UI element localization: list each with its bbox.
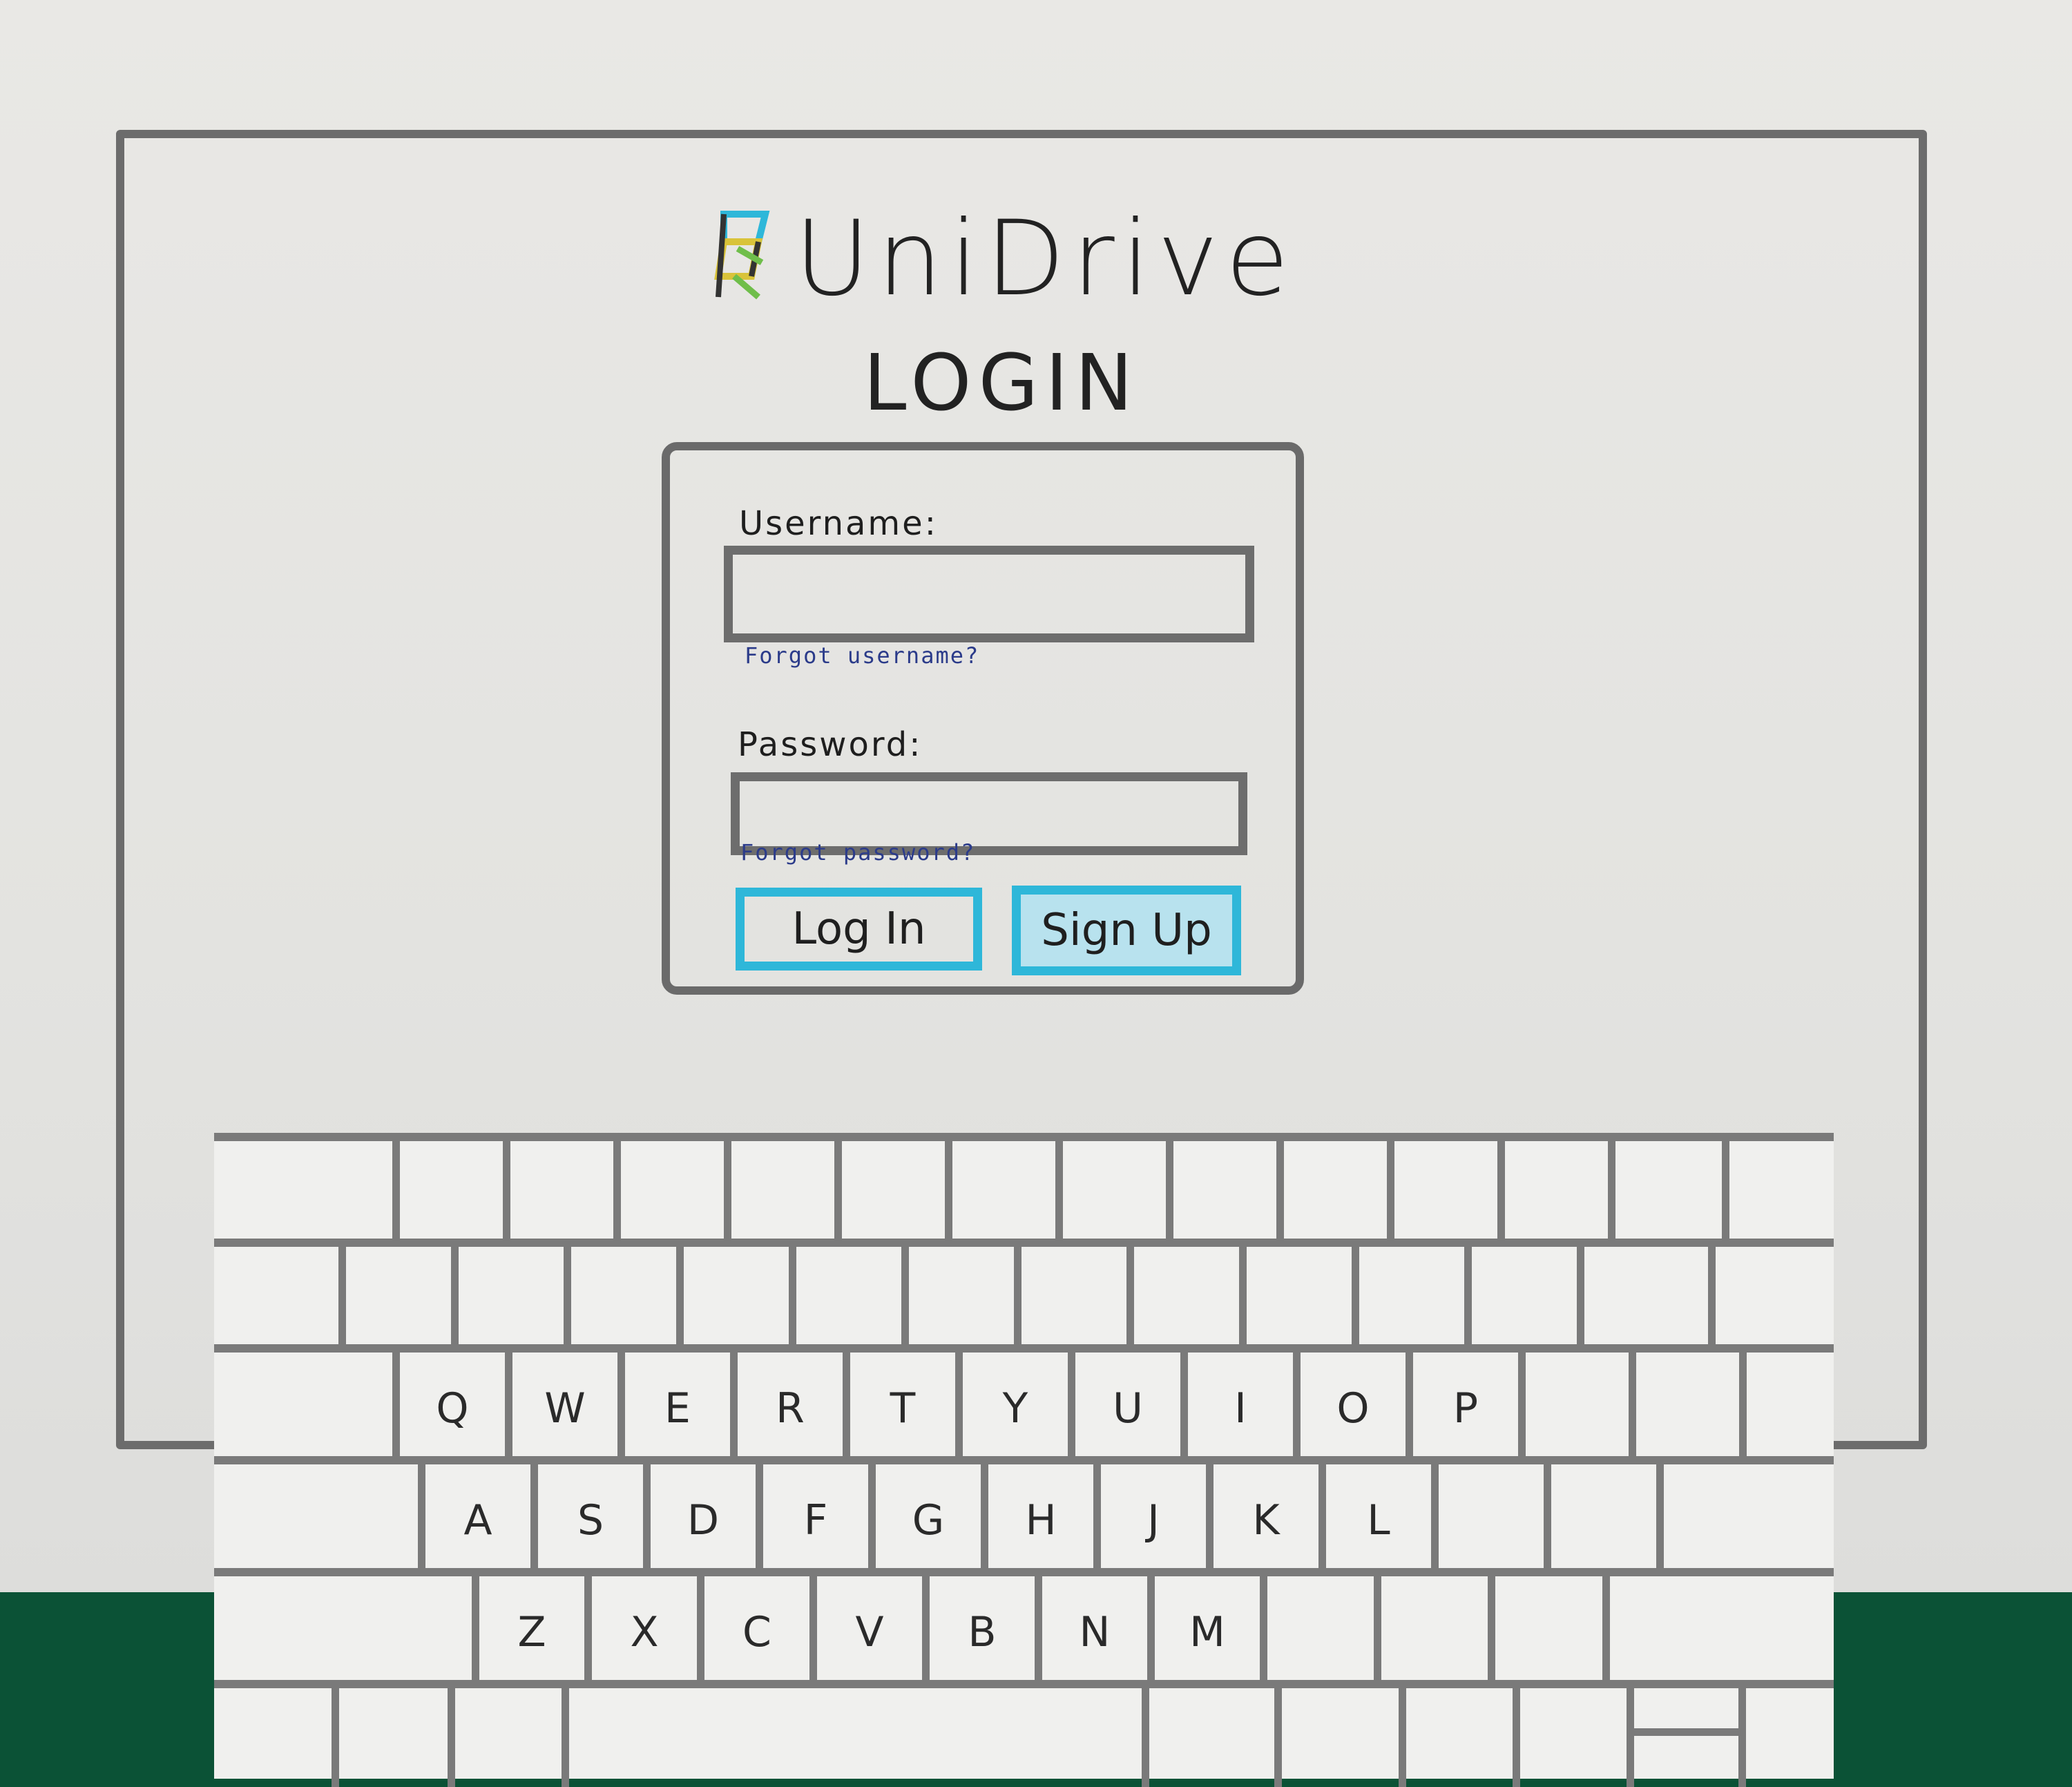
key[interactable] — [1399, 1688, 1513, 1787]
key[interactable] — [338, 1247, 451, 1353]
key[interactable] — [1656, 1464, 1834, 1576]
key[interactable] — [392, 1141, 503, 1247]
key-c[interactable]: C — [697, 1576, 809, 1688]
username-label: Username: — [739, 504, 938, 543]
sign-up-button[interactable]: Sign Up — [1012, 886, 1241, 975]
key[interactable] — [214, 1576, 472, 1688]
forgot-password-link[interactable]: Forgot password? — [740, 839, 975, 866]
key[interactable] — [1488, 1576, 1602, 1688]
key-w[interactable]: W — [505, 1353, 617, 1464]
key-x[interactable]: X — [584, 1576, 697, 1688]
key[interactable] — [724, 1141, 834, 1247]
key[interactable] — [1513, 1688, 1627, 1787]
key-r[interactable]: R — [730, 1353, 843, 1464]
arrow-key-area[interactable] — [1627, 1688, 1746, 1787]
key[interactable] — [1629, 1353, 1739, 1464]
key-m[interactable]: M — [1147, 1576, 1260, 1688]
key[interactable] — [214, 1464, 418, 1576]
key[interactable] — [214, 1353, 392, 1464]
app-name: UniDrive — [794, 199, 1296, 319]
key-v[interactable]: V — [809, 1576, 922, 1688]
key-k[interactable]: K — [1206, 1464, 1318, 1576]
key-g[interactable]: G — [868, 1464, 981, 1576]
key[interactable] — [1608, 1141, 1722, 1247]
key-n[interactable]: N — [1035, 1576, 1147, 1688]
password-label: Password: — [738, 725, 923, 764]
key-e[interactable]: E — [617, 1353, 730, 1464]
page-title: LOGIN — [863, 338, 1140, 428]
key-z[interactable]: Z — [472, 1576, 584, 1688]
key[interactable] — [1014, 1247, 1126, 1353]
key[interactable] — [1387, 1141, 1497, 1247]
key[interactable] — [901, 1247, 1014, 1353]
keyboard-row-6 — [214, 1680, 1834, 1787]
key[interactable] — [332, 1688, 448, 1787]
key-t[interactable]: T — [843, 1353, 955, 1464]
key-l[interactable]: L — [1318, 1464, 1431, 1576]
key-p[interactable]: P — [1406, 1353, 1518, 1464]
key-a[interactable]: A — [418, 1464, 530, 1576]
key[interactable] — [1142, 1688, 1274, 1787]
key-q[interactable]: Q — [392, 1353, 505, 1464]
log-in-button[interactable]: Log In — [736, 888, 982, 971]
key[interactable] — [1497, 1141, 1608, 1247]
spacebar[interactable] — [562, 1688, 1142, 1787]
forgot-username-link[interactable]: Forgot username? — [745, 642, 979, 669]
key[interactable] — [1722, 1141, 1834, 1247]
key[interactable] — [1374, 1576, 1488, 1688]
keyboard-row-2 — [214, 1239, 1834, 1353]
key[interactable] — [503, 1141, 613, 1247]
key[interactable] — [1518, 1353, 1629, 1464]
key[interactable] — [564, 1247, 676, 1353]
key[interactable] — [214, 1688, 332, 1787]
app-logo: UniDrive — [710, 200, 1289, 318]
key-y[interactable]: Y — [955, 1353, 1068, 1464]
key-h[interactable]: H — [981, 1464, 1093, 1576]
key[interactable] — [1352, 1247, 1464, 1353]
keyboard-row-5: Z X C V B N M — [214, 1568, 1834, 1688]
key[interactable] — [1260, 1576, 1374, 1688]
key[interactable] — [1126, 1247, 1239, 1353]
key[interactable] — [613, 1141, 724, 1247]
key[interactable] — [214, 1247, 338, 1353]
key[interactable] — [1464, 1247, 1577, 1353]
key[interactable] — [789, 1247, 901, 1353]
key-i[interactable]: I — [1180, 1353, 1293, 1464]
key-s[interactable]: S — [530, 1464, 643, 1576]
key[interactable] — [1708, 1247, 1834, 1353]
key[interactable] — [1276, 1141, 1387, 1247]
key[interactable] — [1274, 1688, 1399, 1787]
key[interactable] — [451, 1247, 564, 1353]
on-screen-keyboard: Q W E R T Y U I O P A S D F G H J K L Z … — [214, 1133, 1834, 1787]
key-b[interactable]: B — [922, 1576, 1035, 1688]
keyboard-row-4: A S D F G H J K L — [214, 1456, 1834, 1576]
key-o[interactable]: O — [1293, 1353, 1406, 1464]
key[interactable] — [1738, 1688, 1834, 1787]
key[interactable] — [945, 1141, 1055, 1247]
key[interactable] — [834, 1141, 945, 1247]
key[interactable] — [1166, 1141, 1276, 1247]
username-field[interactable] — [724, 546, 1254, 642]
key[interactable] — [1577, 1247, 1708, 1353]
key[interactable] — [1239, 1247, 1352, 1353]
key[interactable] — [1431, 1464, 1544, 1576]
unidrive-logo-icon — [714, 211, 770, 300]
key[interactable] — [1739, 1353, 1834, 1464]
keyboard-row-3: Q W E R T Y U I O P — [214, 1344, 1834, 1464]
key[interactable] — [214, 1141, 392, 1247]
keyboard-row-1 — [214, 1133, 1834, 1247]
key[interactable] — [676, 1247, 789, 1353]
key-f[interactable]: F — [756, 1464, 868, 1576]
key[interactable] — [1602, 1576, 1834, 1688]
key[interactable] — [1544, 1464, 1656, 1576]
key[interactable] — [1055, 1141, 1166, 1247]
key[interactable] — [448, 1688, 562, 1787]
key-u[interactable]: U — [1068, 1353, 1180, 1464]
key-d[interactable]: D — [643, 1464, 756, 1576]
key-j[interactable]: J — [1093, 1464, 1206, 1576]
